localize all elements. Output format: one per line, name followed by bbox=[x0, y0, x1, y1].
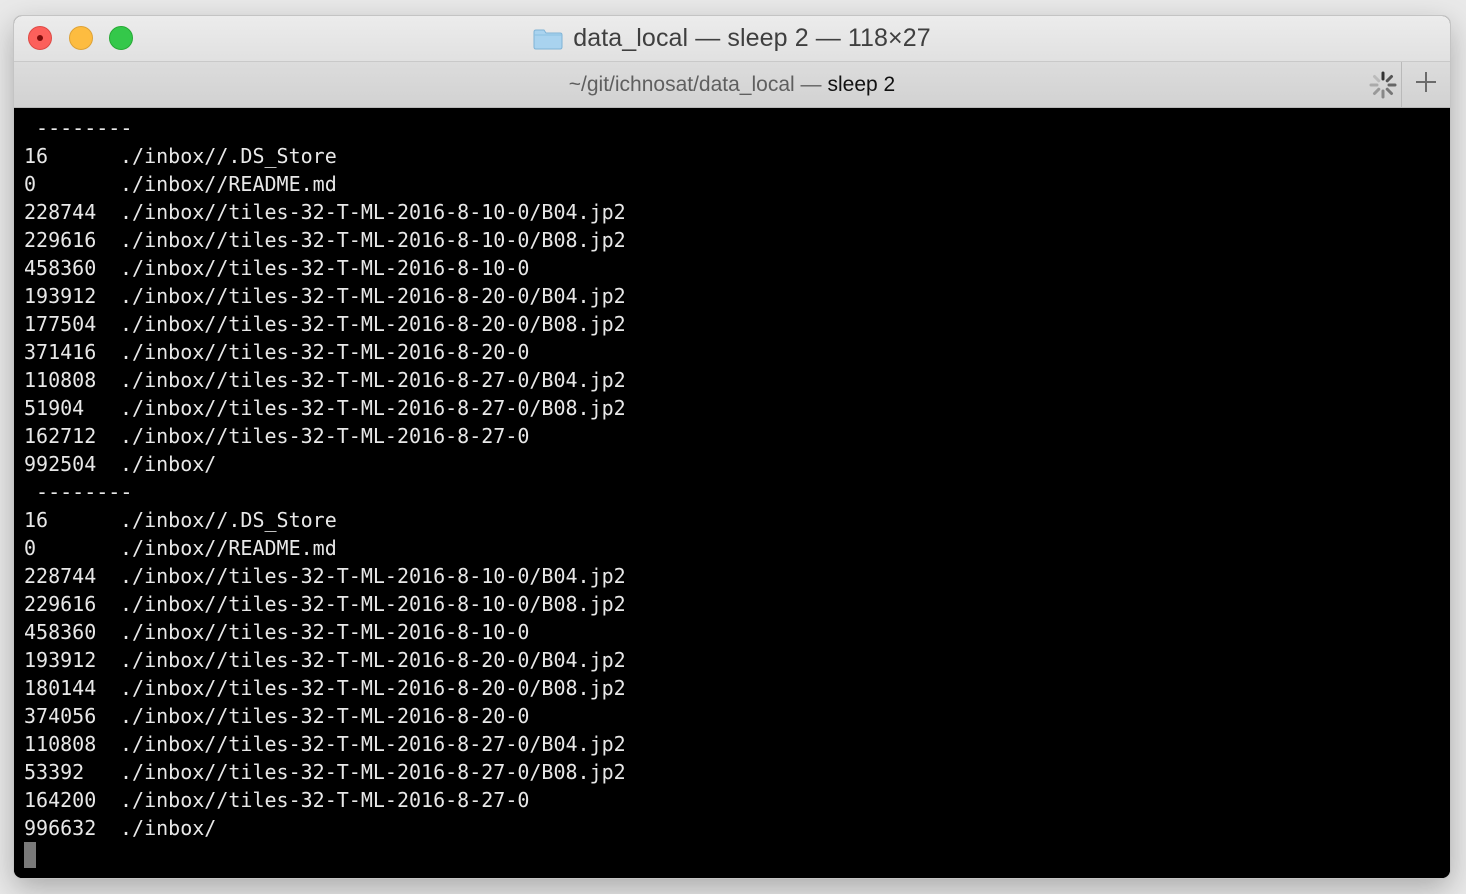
output-line: 162712 ./inbox//tiles-32-T-ML-2016-8-27-0 bbox=[24, 422, 626, 450]
file-path: ./inbox//tiles-32-T-ML-2016-8-27-0 bbox=[120, 424, 530, 448]
file-path: ./inbox//.DS_Store bbox=[120, 144, 337, 168]
file-path: ./inbox//tiles-32-T-ML-2016-8-20-0/B04.j… bbox=[120, 648, 626, 672]
file-size: 992504 bbox=[24, 452, 97, 476]
file-path: ./inbox//tiles-32-T-ML-2016-8-27-0/B08.j… bbox=[120, 396, 626, 420]
file-path: ./inbox//tiles-32-T-ML-2016-8-20-0 bbox=[120, 340, 530, 364]
output-line: 16 ./inbox//.DS_Store bbox=[24, 142, 626, 170]
output-line: 177504 ./inbox//tiles-32-T-ML-2016-8-20-0… bbox=[24, 310, 626, 338]
file-size: 0 bbox=[24, 536, 37, 560]
tab-active[interactable]: ~/git/ichnosat/data_local — sleep 2 bbox=[14, 62, 1450, 107]
file-path: ./inbox//tiles-32-T-ML-2016-8-10-0 bbox=[120, 620, 530, 644]
output-line: 164200 ./inbox//tiles-32-T-ML-2016-8-27-0 bbox=[24, 786, 626, 814]
file-path: ./inbox//tiles-32-T-ML-2016-8-27-0/B08.j… bbox=[120, 760, 626, 784]
file-path: ./inbox//tiles-32-T-ML-2016-8-27-0/B04.j… bbox=[120, 368, 626, 392]
output-line: 193912 ./inbox//tiles-32-T-ML-2016-8-20-0… bbox=[24, 646, 626, 674]
title-bar[interactable]: data_local — sleep 2 — 118×27 bbox=[14, 16, 1450, 62]
file-size: 0 bbox=[24, 172, 37, 196]
file-path: ./inbox/ bbox=[120, 452, 217, 476]
file-path: ./inbox//tiles-32-T-ML-2016-8-20-0/B08.j… bbox=[120, 312, 626, 336]
file-path: ./inbox//tiles-32-T-ML-2016-8-20-0/B08.j… bbox=[120, 676, 626, 700]
file-size: 374056 bbox=[24, 704, 97, 728]
file-path: ./inbox//tiles-32-T-ML-2016-8-10-0/B04.j… bbox=[120, 200, 626, 224]
file-size: 193912 bbox=[24, 284, 97, 308]
output-line: 458360 ./inbox//tiles-32-T-ML-2016-8-10-0 bbox=[24, 254, 626, 282]
file-path: ./inbox//README.md bbox=[120, 172, 337, 196]
output-line: 992504 ./inbox/ bbox=[24, 450, 626, 478]
file-size: 229616 bbox=[24, 592, 97, 616]
file-size: 16 bbox=[24, 508, 49, 532]
tab-process: sleep 2 bbox=[827, 72, 896, 96]
file-size: 458360 bbox=[24, 620, 97, 644]
file-size: 458360 bbox=[24, 256, 97, 280]
file-size: 228744 bbox=[24, 200, 97, 224]
output-line: 228744 ./inbox//tiles-32-T-ML-2016-8-10-0… bbox=[24, 562, 626, 590]
output-line: 374056 ./inbox//tiles-32-T-ML-2016-8-20-0 bbox=[24, 702, 626, 730]
output-line: 193912 ./inbox//tiles-32-T-ML-2016-8-20-0… bbox=[24, 282, 626, 310]
output-line: 229616 ./inbox//tiles-32-T-ML-2016-8-10-0… bbox=[24, 590, 626, 618]
separator-line: -------- bbox=[24, 480, 133, 504]
output-line: 996632 ./inbox/ bbox=[24, 814, 626, 842]
output-line: 228744 ./inbox//tiles-32-T-ML-2016-8-10-0… bbox=[24, 198, 626, 226]
output-line: 110808 ./inbox//tiles-32-T-ML-2016-8-27-0… bbox=[24, 730, 626, 758]
output-line: 16 ./inbox//.DS_Store bbox=[24, 506, 626, 534]
file-path: ./inbox//tiles-32-T-ML-2016-8-10-0 bbox=[120, 256, 530, 280]
file-path: ./inbox//tiles-32-T-ML-2016-8-10-0/B08.j… bbox=[120, 228, 626, 252]
output-line: 51904 ./inbox//tiles-32-T-ML-2016-8-27-0/… bbox=[24, 394, 626, 422]
window-title-group: data_local — sleep 2 — 118×27 bbox=[14, 16, 1450, 61]
file-size: 996632 bbox=[24, 816, 97, 840]
file-path: ./inbox//tiles-32-T-ML-2016-8-10-0/B04.j… bbox=[120, 564, 626, 588]
tab-bar: ~/git/ichnosat/data_local — sleep 2 bbox=[14, 62, 1450, 108]
output-line: 0 ./inbox//README.md bbox=[24, 534, 626, 562]
tab-path: ~/git/ichnosat/data_local — bbox=[568, 72, 822, 96]
file-path: ./inbox//tiles-32-T-ML-2016-8-27-0 bbox=[120, 788, 530, 812]
file-path: ./inbox//README.md bbox=[120, 536, 337, 560]
file-size: 53392 bbox=[24, 760, 85, 784]
file-size: 229616 bbox=[24, 228, 97, 252]
file-path: ./inbox//tiles-32-T-ML-2016-8-27-0/B04.j… bbox=[120, 732, 626, 756]
output-line: 458360 ./inbox//tiles-32-T-ML-2016-8-10-0 bbox=[24, 618, 626, 646]
terminal-window: data_local — sleep 2 — 118×27 ~/git/ichn… bbox=[14, 16, 1450, 878]
separator-line: -------- bbox=[24, 116, 133, 140]
file-size: 16 bbox=[24, 144, 49, 168]
file-size: 51904 bbox=[24, 396, 85, 420]
output-line: 53392 ./inbox//tiles-32-T-ML-2016-8-27-0/… bbox=[24, 758, 626, 786]
terminal-lines: -------- 16 ./inbox//.DS_Store 0 ./inbox//RE… bbox=[24, 114, 626, 842]
file-size: 180144 bbox=[24, 676, 97, 700]
file-size: 371416 bbox=[24, 340, 97, 364]
terminal-output[interactable]: -------- 16 ./inbox//.DS_Store 0 ./inbox//RE… bbox=[14, 108, 1450, 878]
output-line: 180144 ./inbox//tiles-32-T-ML-2016-8-20-0… bbox=[24, 674, 626, 702]
activity-spinner-icon bbox=[1368, 70, 1398, 100]
file-size: 228744 bbox=[24, 564, 97, 588]
file-path: ./inbox//.DS_Store bbox=[120, 508, 337, 532]
file-size: 110808 bbox=[24, 732, 97, 756]
file-path: ./inbox//tiles-32-T-ML-2016-8-20-0 bbox=[120, 704, 530, 728]
file-size: 193912 bbox=[24, 648, 97, 672]
file-path: ./inbox/ bbox=[120, 816, 217, 840]
folder-icon bbox=[533, 28, 563, 50]
output-line: 0 ./inbox//README.md bbox=[24, 170, 626, 198]
new-tab-button[interactable] bbox=[1401, 62, 1450, 107]
file-path: ./inbox//tiles-32-T-ML-2016-8-20-0/B04.j… bbox=[120, 284, 626, 308]
file-size: 110808 bbox=[24, 368, 97, 392]
file-size: 164200 bbox=[24, 788, 97, 812]
window-title: data_local — sleep 2 — 118×27 bbox=[573, 24, 931, 52]
output-line: 110808 ./inbox//tiles-32-T-ML-2016-8-27-0… bbox=[24, 366, 626, 394]
output-line: 371416 ./inbox//tiles-32-T-ML-2016-8-20-0 bbox=[24, 338, 626, 366]
plus-icon bbox=[1414, 70, 1438, 99]
text-cursor bbox=[24, 842, 36, 868]
file-size: 162712 bbox=[24, 424, 97, 448]
file-path: ./inbox//tiles-32-T-ML-2016-8-10-0/B08.j… bbox=[120, 592, 626, 616]
output-line: 229616 ./inbox//tiles-32-T-ML-2016-8-10-0… bbox=[24, 226, 626, 254]
file-size: 177504 bbox=[24, 312, 97, 336]
